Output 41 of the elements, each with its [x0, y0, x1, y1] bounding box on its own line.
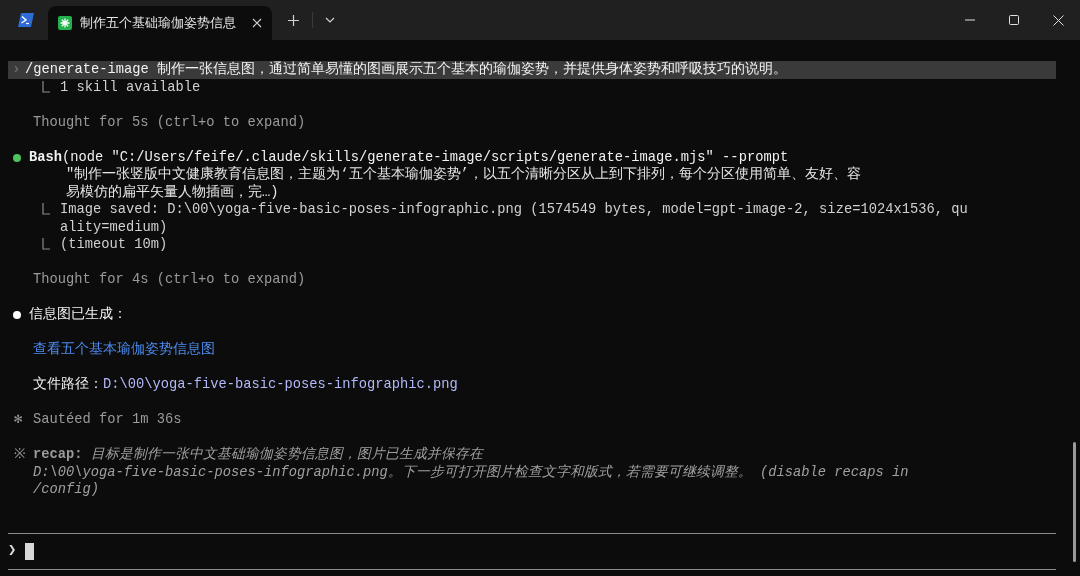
- input-field[interactable]: ❯: [8, 533, 1056, 569]
- maximize-icon: [1009, 15, 1019, 25]
- message-text: 信息图已生成：: [29, 306, 127, 324]
- sparkle-icon: [58, 16, 72, 30]
- tree-branch-icon: [42, 203, 50, 215]
- tool-command-line: 易模仿的扁平矢量人物插画，完…): [65, 183, 280, 201]
- result-line: ality=medium): [60, 218, 169, 236]
- prompt-text: 制作一张信息图，通过简单易懂的图画展示五个基本的瑜伽姿势，并提供身体姿势和呼吸技巧的说明。: [157, 61, 788, 79]
- plus-icon: [287, 14, 299, 26]
- prompt-glyph: ›: [11, 61, 22, 79]
- tool-command: (node "C:/Users/feife/.claude/skills/generate-image/scripts/generate-image.mjs" --prompt: [62, 148, 789, 166]
- recap-line: D:\00\yoga-five-basic-poses-infographic.png。下一步可打开图片检查文字和版式，若需要可继续调整。 (disable recaps in: [33, 463, 909, 481]
- file-path: D:\00\yoga-five-basic-poses-infographic.png: [103, 376, 458, 394]
- thought-status: Thought for 5s (ctrl+o to expand): [33, 114, 306, 130]
- recap-glyph: ※: [13, 446, 27, 464]
- text-cursor: [25, 542, 34, 560]
- thought-status: Thought for 4s (ctrl+o to expand): [33, 272, 306, 287]
- status-glyph: ✻: [13, 411, 24, 429]
- recap-line: 目标是制作一张中文基础瑜伽姿势信息图，图片已生成并保存在: [90, 446, 483, 464]
- scrollbar[interactable]: [1073, 442, 1076, 562]
- terminal-icon: [18, 13, 34, 27]
- tool-name: Bash: [29, 148, 62, 166]
- result-line: 1 skill available: [60, 78, 201, 96]
- elapsed-status: Sautéed for 1m 36s: [33, 411, 182, 429]
- infographic-link[interactable]: 查看五个基本瑜伽姿势信息图: [33, 342, 215, 357]
- terminal-tab[interactable]: 制作五个基础瑜伽姿势信息: [48, 6, 272, 40]
- tab-title: 制作五个基础瑜伽姿势信息: [80, 14, 237, 33]
- minimize-icon: [965, 19, 975, 21]
- path-label: 文件路径：: [33, 376, 103, 394]
- tree-branch-icon: [42, 238, 50, 250]
- close-icon[interactable]: [252, 18, 262, 28]
- result-line: (timeout 10m): [60, 236, 168, 254]
- tool-command-line: "制作一张竖版中文健康教育信息图，主题为‘五个基本瑜伽姿势’，以五个清晰分区从上到下排列，每个分区使用简单、友好、容: [65, 166, 861, 184]
- input-prompt-glyph: ❯: [8, 542, 18, 560]
- chevron-down-icon: [325, 17, 335, 23]
- recap-label: recap:: [33, 446, 84, 464]
- recap-line: /config): [33, 481, 100, 499]
- command-text: /generate-image: [25, 61, 150, 79]
- tree-branch-icon: [42, 80, 50, 93]
- result-line: Image saved: D:\00\yoga-five-basic-poses-infographic.png (1574549 bytes, model=gpt-image-2, size=1024x1536, qu: [60, 201, 968, 219]
- close-icon: [1052, 14, 1064, 26]
